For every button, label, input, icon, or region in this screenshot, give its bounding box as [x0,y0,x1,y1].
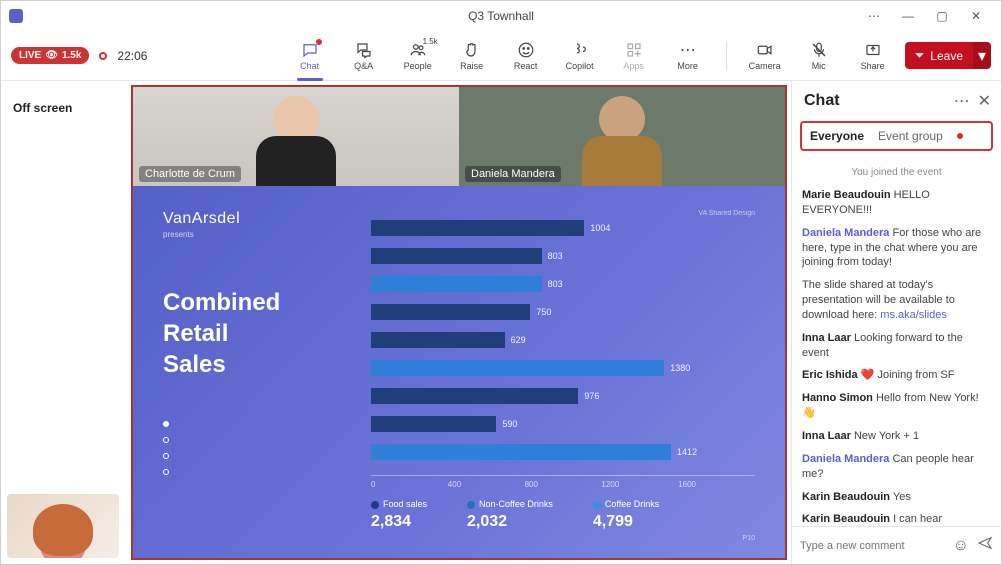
leave-button[interactable]: ⏷ Leave [905,42,973,69]
participant-name-2: Daniela Mandera [465,166,561,182]
slide-footnote: P10 [371,535,755,542]
react-icon [517,41,535,59]
maximize-button[interactable]: ▢ [925,9,959,23]
apps-icon [625,41,643,59]
camera-tool[interactable]: Camera [743,41,787,71]
eye-icon: 👁 [45,50,58,61]
mic-off-icon [810,41,828,59]
raise-tool[interactable]: Raise [450,41,494,71]
participant-name-1: Charlotte de Crum [139,166,241,182]
off-screen-label: Off screen [13,101,119,115]
window-title: Q3 Townhall [0,9,1002,23]
close-window-button[interactable]: ✕ [959,9,993,23]
chat-messages[interactable]: You joined the event Marie Beaudouin HEL… [792,155,1001,526]
tab-unread-dot [957,133,963,139]
people-tool[interactable]: 1.5k People [396,41,440,71]
copilot-icon [571,41,589,59]
titlebar: Q3 Townhall ⋯ — ▢ ✕ [1,1,1001,31]
mic-tool[interactable]: Mic [797,41,841,71]
camera-icon [756,41,774,59]
more-icon: ⋯ [680,41,696,59]
slide-brand: VanArsdel [163,210,343,228]
slide-dots [163,421,343,475]
chat-message: Daniela Mandera For those who are here, … [802,226,991,271]
chat-compose: ☺ [792,526,1001,564]
slide-sub: presents [163,230,343,239]
system-message: You joined the event [802,167,991,178]
video-tile-1[interactable]: Charlotte de Crum [133,87,459,186]
self-view[interactable] [7,494,119,558]
chat-message: Karin Beaudouin I can hear [802,512,991,526]
elapsed-time: 22:06 [117,49,147,63]
minimize-button[interactable]: — [891,9,925,23]
chat-tool[interactable]: Chat [288,41,332,71]
leave-button-group: ⏷ Leave ▾ [905,42,991,69]
chat-message: Marie Beaudouin HELLO EVERYONE!!! [802,188,991,218]
raise-hand-icon [463,41,481,59]
chat-close-icon[interactable]: ✕ [978,91,991,111]
stage: Charlotte de Crum Daniela Mandera VanArs… [131,85,787,560]
slide-headline: Combined Retail Sales [163,287,343,381]
qa-icon [355,41,373,59]
tab-everyone[interactable]: Everyone [810,129,864,143]
record-icon [99,52,107,60]
more-tool[interactable]: ⋯ More [666,41,710,71]
live-badge: LIVE 👁 1.5k [11,47,89,64]
more-dots-window[interactable]: ⋯ [857,9,891,23]
chat-more-icon[interactable]: ⋯ [954,91,970,111]
chat-title: Chat [804,92,954,110]
share-icon [864,41,882,59]
share-tool[interactable]: Share [851,41,895,71]
react-tool[interactable]: React [504,41,548,71]
slide-corner: VA Shared Design [371,210,755,217]
chat-message: Inna Laar New York + 1 [802,429,991,444]
copilot-tool[interactable]: Copilot [558,41,602,71]
meeting-toolbar: LIVE 👁 1.5k 22:06 Chat Q&A 1.5k People R… [1,31,1001,81]
shared-slide: VanArsdel presents Combined Retail Sales… [133,186,785,558]
chat-message: Karin Beaudouin Yes [802,490,991,505]
tab-event-group[interactable]: Event group [878,129,943,143]
teams-icon [9,9,23,23]
chat-message: The slide shared at today's presentation… [802,278,991,323]
chat-tabs: Everyone Event group [800,121,993,151]
chart-bars: 100480380375062913809765901412 [371,217,755,469]
leave-caret[interactable]: ▾ [973,42,991,69]
chat-message: Daniela Mandera Can people hear me? [802,452,991,482]
off-screen-panel: Off screen [1,81,131,564]
chat-message: Eric Ishida ❤️ Joining from SF [802,368,991,383]
chat-message: Inna Laar Looking forward to the event [802,331,991,361]
send-icon[interactable] [977,535,993,556]
qa-tool[interactable]: Q&A [342,41,386,71]
video-tile-2[interactable]: Daniela Mandera [459,87,785,186]
chart-legend: Food sales2,834Non-Coffee Drinks2,032Cof… [371,499,755,531]
chat-input[interactable] [800,540,945,552]
chat-panel: Chat ⋯ ✕ Everyone Event group You joined… [791,81,1001,564]
chat-message: Hanno Simon Hello from New York! 👋 [802,391,991,421]
apps-tool[interactable]: Apps [612,41,656,71]
chat-unread-dot [316,39,322,45]
hangup-icon: ⏷ [915,48,925,63]
chart-ticks: 040080012001600 [371,480,755,489]
emoji-icon[interactable]: ☺ [953,537,969,555]
